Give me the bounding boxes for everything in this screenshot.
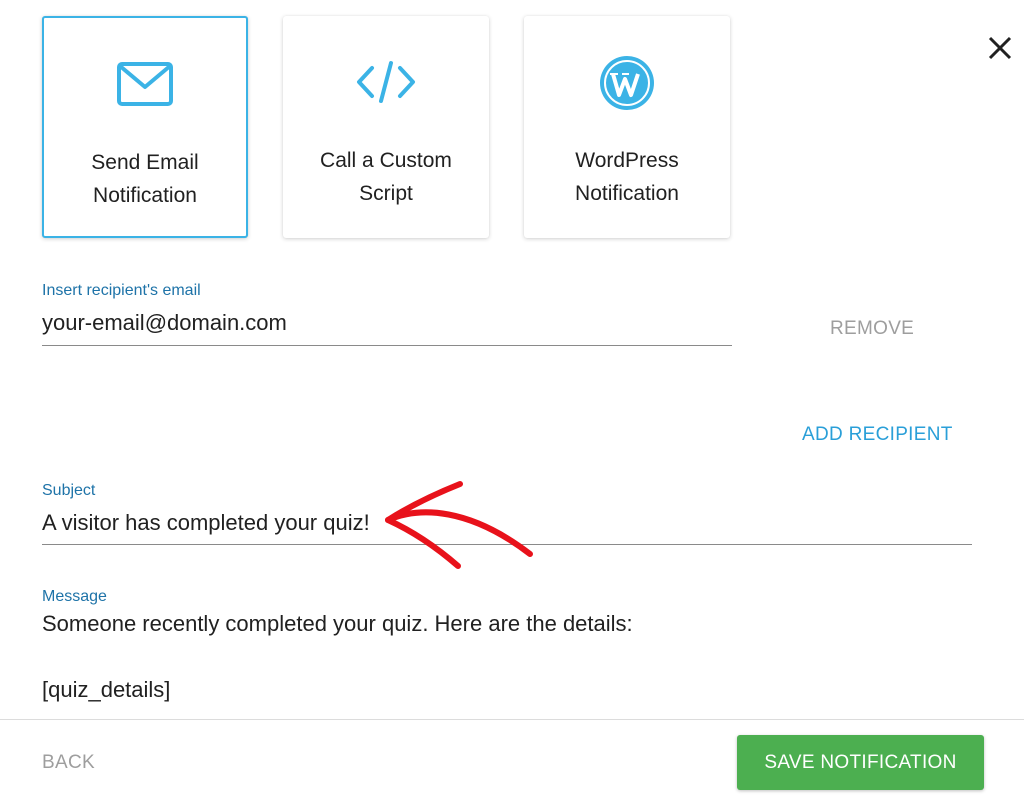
message-line-2[interactable]: [quiz_details] [42,677,170,703]
card-wordpress[interactable]: WordPress Notification [524,16,730,238]
save-notification-button[interactable]: SAVE NOTIFICATION [737,735,984,790]
subject-label: Subject [42,482,96,499]
recipient-email-input[interactable]: your-email@domain.com [42,310,287,336]
card-custom-script[interactable]: Call a Custom Script [283,16,489,238]
remove-recipient-button[interactable]: REMOVE [830,318,914,340]
card-custom-script-label: Call a Custom Script [320,149,452,205]
footer-divider [0,719,1024,720]
code-icon [283,60,489,110]
wordpress-icon [524,54,730,110]
card-send-email-label: Send Email Notification [91,151,199,207]
message-label: Message [42,588,107,605]
recipient-email-label: Insert recipient's email [42,282,201,299]
back-button[interactable]: BACK [42,752,95,774]
card-wordpress-label: WordPress Notification [575,149,679,205]
subject-input[interactable]: A visitor has completed your quiz! [42,510,370,536]
annotation-arrow [385,481,533,569]
close-icon[interactable] [986,34,1014,62]
recipient-email-underline [42,345,732,346]
message-line-1[interactable]: Someone recently completed your quiz. He… [42,611,633,637]
card-send-email[interactable]: Send Email Notification [42,16,248,238]
envelope-icon [44,62,246,112]
add-recipient-button[interactable]: ADD RECIPIENT [802,424,953,446]
